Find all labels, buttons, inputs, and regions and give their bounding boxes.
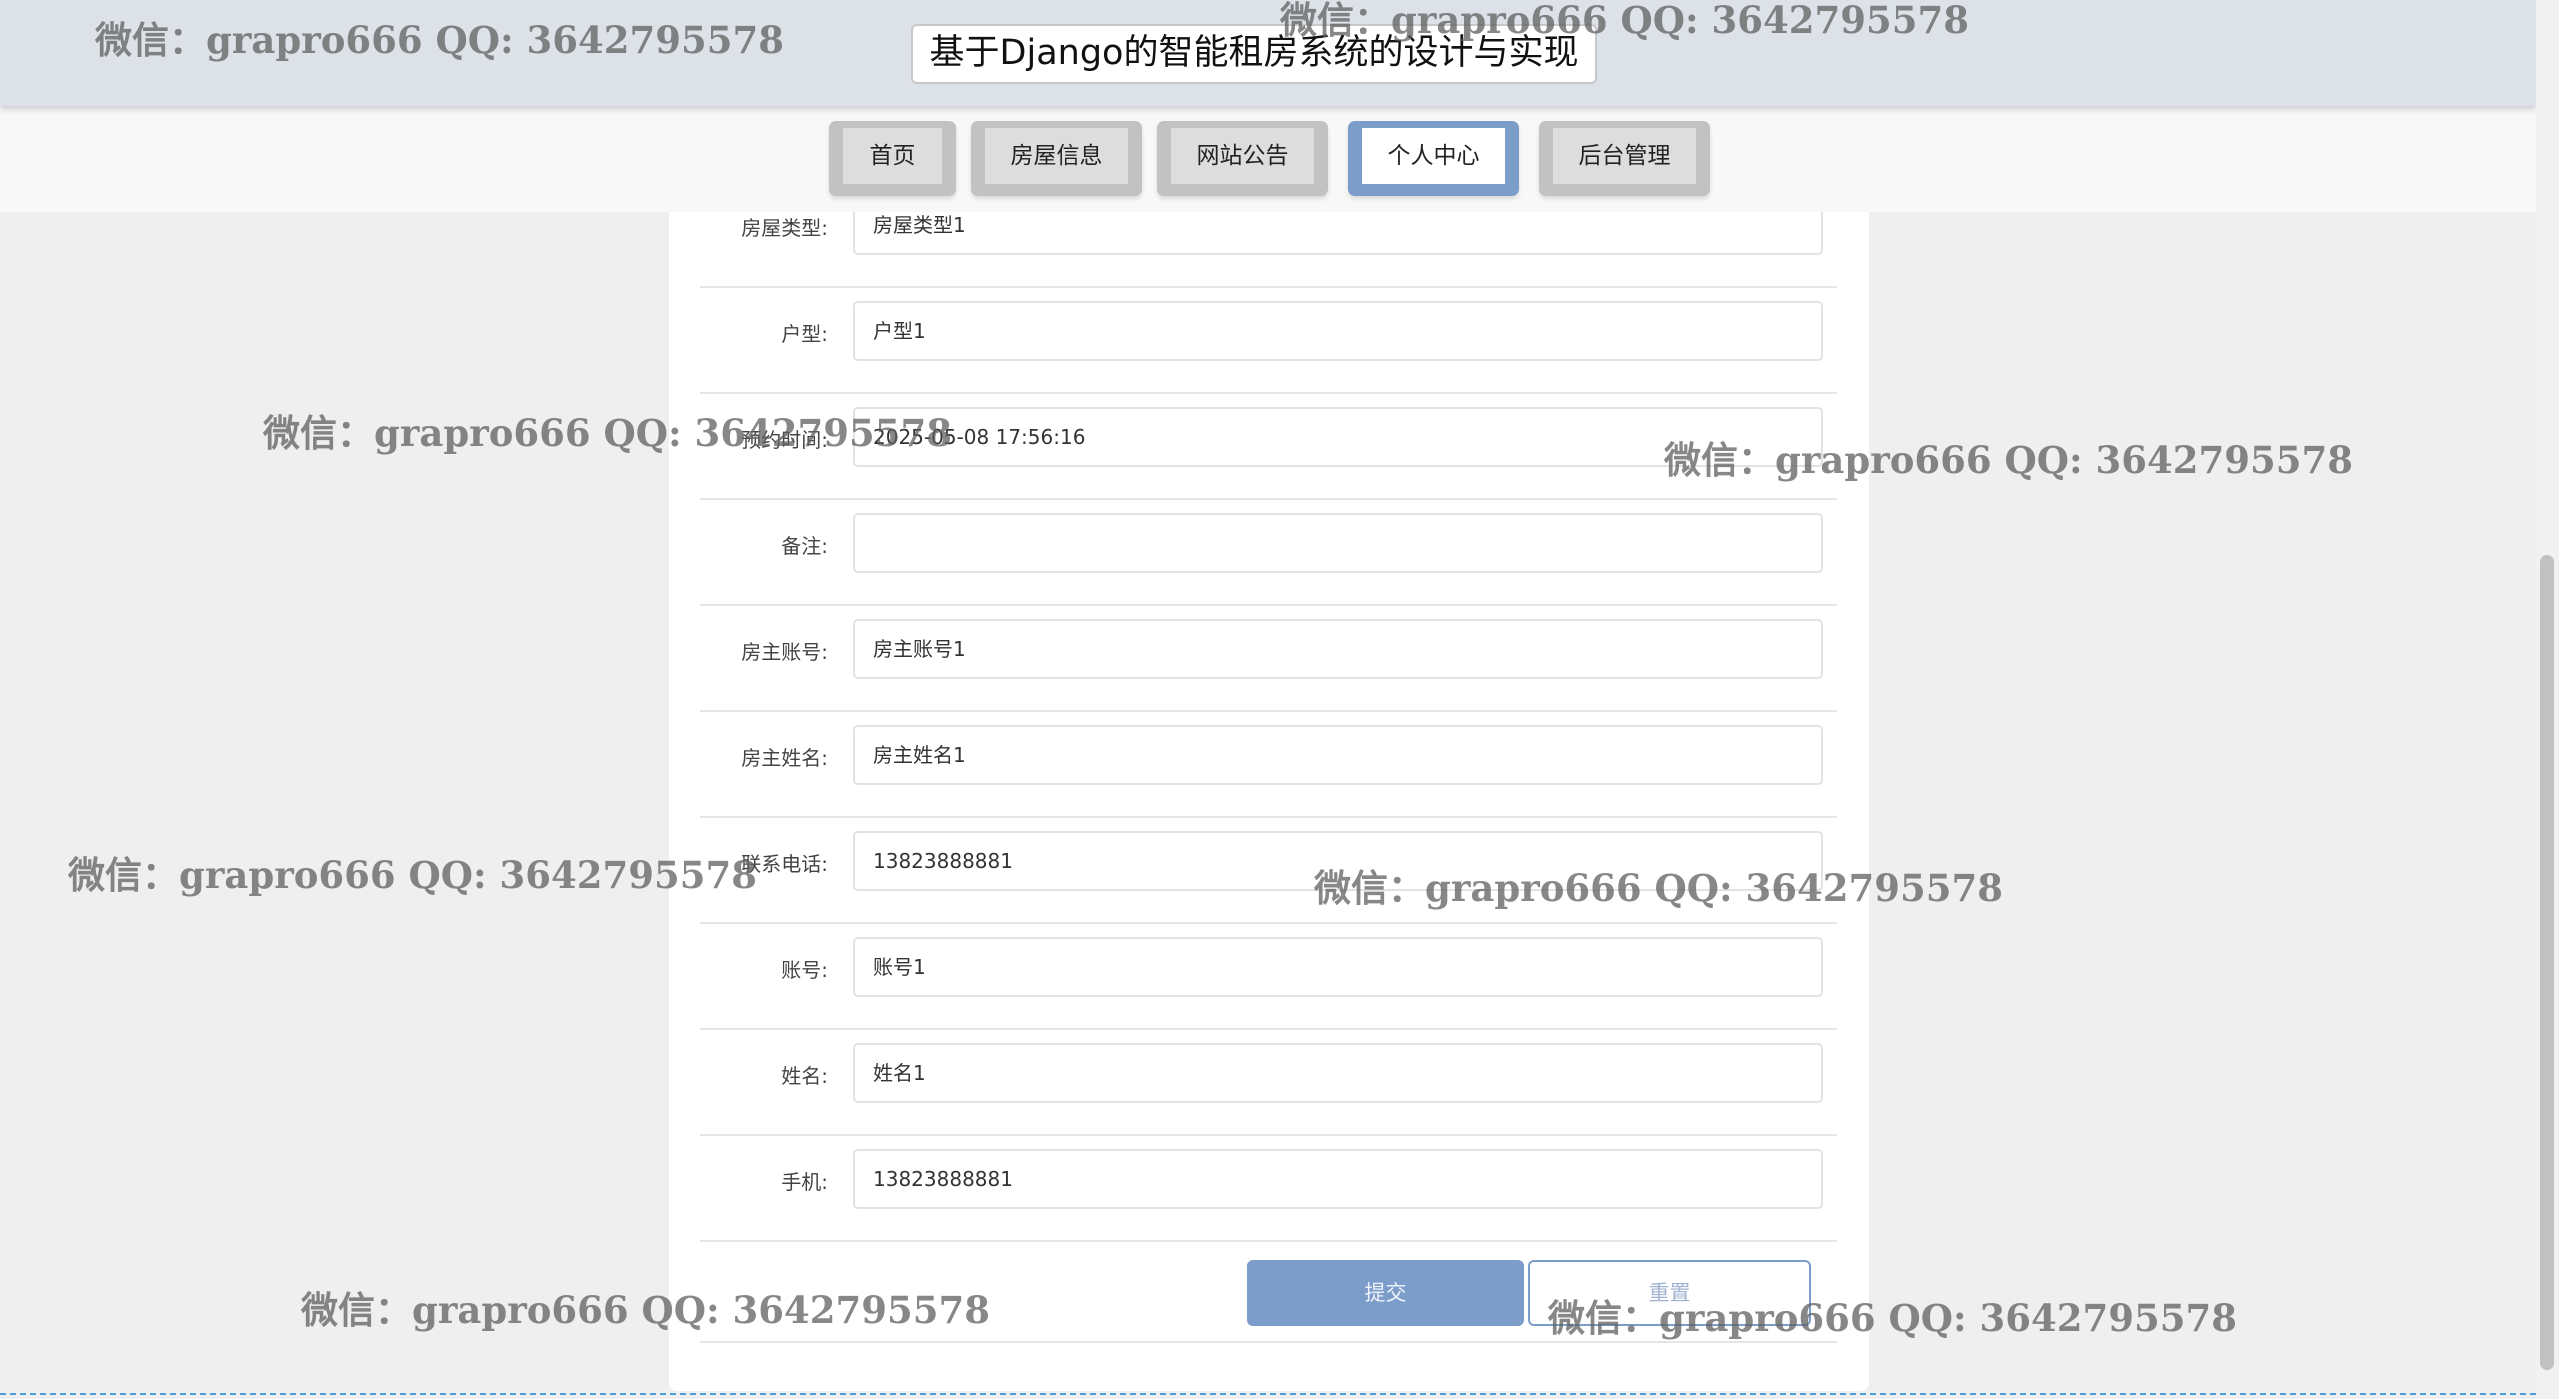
owner-name-label: 房主姓名: bbox=[741, 746, 828, 770]
form-row-account: 账号: 账号1 bbox=[700, 924, 1837, 1030]
form-row-remark: 备注: bbox=[700, 500, 1837, 606]
bottom-divider bbox=[0, 1393, 2536, 1395]
mobile-label: 手机: bbox=[781, 1170, 828, 1194]
nav-item-home[interactable]: 首页 bbox=[829, 121, 956, 196]
main-nav: 首页 房屋信息 网站公告 个人中心 后台管理 bbox=[0, 106, 2536, 212]
nav-item-label: 房屋信息 bbox=[985, 128, 1128, 184]
form-row-owner-account: 房主账号: 房主账号1 bbox=[700, 606, 1837, 712]
account-field[interactable]: 账号1 bbox=[853, 937, 1823, 997]
site-header: 基于Django的智能租房系统的设计与实现 bbox=[0, 0, 2536, 106]
form-row-layout: 户型: 户型1 bbox=[700, 288, 1837, 394]
reset-button[interactable]: 重置 bbox=[1528, 1260, 1811, 1326]
owner-account-label: 房主账号: bbox=[741, 640, 828, 664]
form-row-contact-phone: 联系电话: 13823888881 bbox=[700, 818, 1837, 924]
appointment-time-field[interactable]: 2025-05-08 17:56:16 bbox=[853, 407, 1823, 467]
nav-item-label: 后台管理 bbox=[1553, 128, 1696, 184]
name-label: 姓名: bbox=[781, 1064, 828, 1088]
detail-form-panel: 房屋类型: 房屋类型1 户型: 户型1 预约时间: 2025-05-08 17:… bbox=[669, 195, 1869, 1391]
nav-item-announcements[interactable]: 网站公告 bbox=[1157, 121, 1328, 196]
scrollbar-thumb[interactable] bbox=[2540, 555, 2554, 1370]
layout-label: 户型: bbox=[781, 322, 828, 346]
contact-phone-field[interactable]: 13823888881 bbox=[853, 831, 1823, 891]
form-row-owner-name: 房主姓名: 房主姓名1 bbox=[700, 712, 1837, 818]
submit-button[interactable]: 提交 bbox=[1247, 1260, 1524, 1326]
nav-item-label: 个人中心 bbox=[1362, 128, 1505, 184]
form-row-name: 姓名: 姓名1 bbox=[700, 1030, 1837, 1136]
remark-label: 备注: bbox=[781, 534, 828, 558]
form-row-appointment-time: 预约时间: 2025-05-08 17:56:16 bbox=[700, 394, 1837, 500]
nav-item-label: 网站公告 bbox=[1171, 128, 1314, 184]
site-title: 基于Django的智能租房系统的设计与实现 bbox=[911, 24, 1597, 84]
nav-item-admin[interactable]: 后台管理 bbox=[1539, 121, 1710, 196]
form-actions: 提交 重置 bbox=[700, 1236, 1837, 1343]
form-row-mobile: 手机: 13823888881 bbox=[700, 1136, 1837, 1242]
owner-account-field[interactable]: 房主账号1 bbox=[853, 619, 1823, 679]
account-label: 账号: bbox=[781, 958, 828, 982]
page-scrollbar[interactable] bbox=[2536, 0, 2559, 1399]
appointment-time-label: 预约时间: bbox=[741, 428, 828, 452]
owner-name-field[interactable]: 房主姓名1 bbox=[853, 725, 1823, 785]
watermark: 微信：grapro666 QQ: 3642795578 bbox=[68, 853, 757, 897]
nav-item-label: 首页 bbox=[843, 128, 942, 184]
contact-phone-label: 联系电话: bbox=[741, 852, 828, 876]
nav-item-personal-center[interactable]: 个人中心 bbox=[1348, 121, 1519, 196]
mobile-field[interactable]: 13823888881 bbox=[853, 1149, 1823, 1209]
nav-item-house-info[interactable]: 房屋信息 bbox=[971, 121, 1142, 196]
layout-field[interactable]: 户型1 bbox=[853, 301, 1823, 361]
house-type-label: 房屋类型: bbox=[741, 216, 828, 240]
remark-field[interactable] bbox=[853, 513, 1823, 573]
name-field[interactable]: 姓名1 bbox=[853, 1043, 1823, 1103]
